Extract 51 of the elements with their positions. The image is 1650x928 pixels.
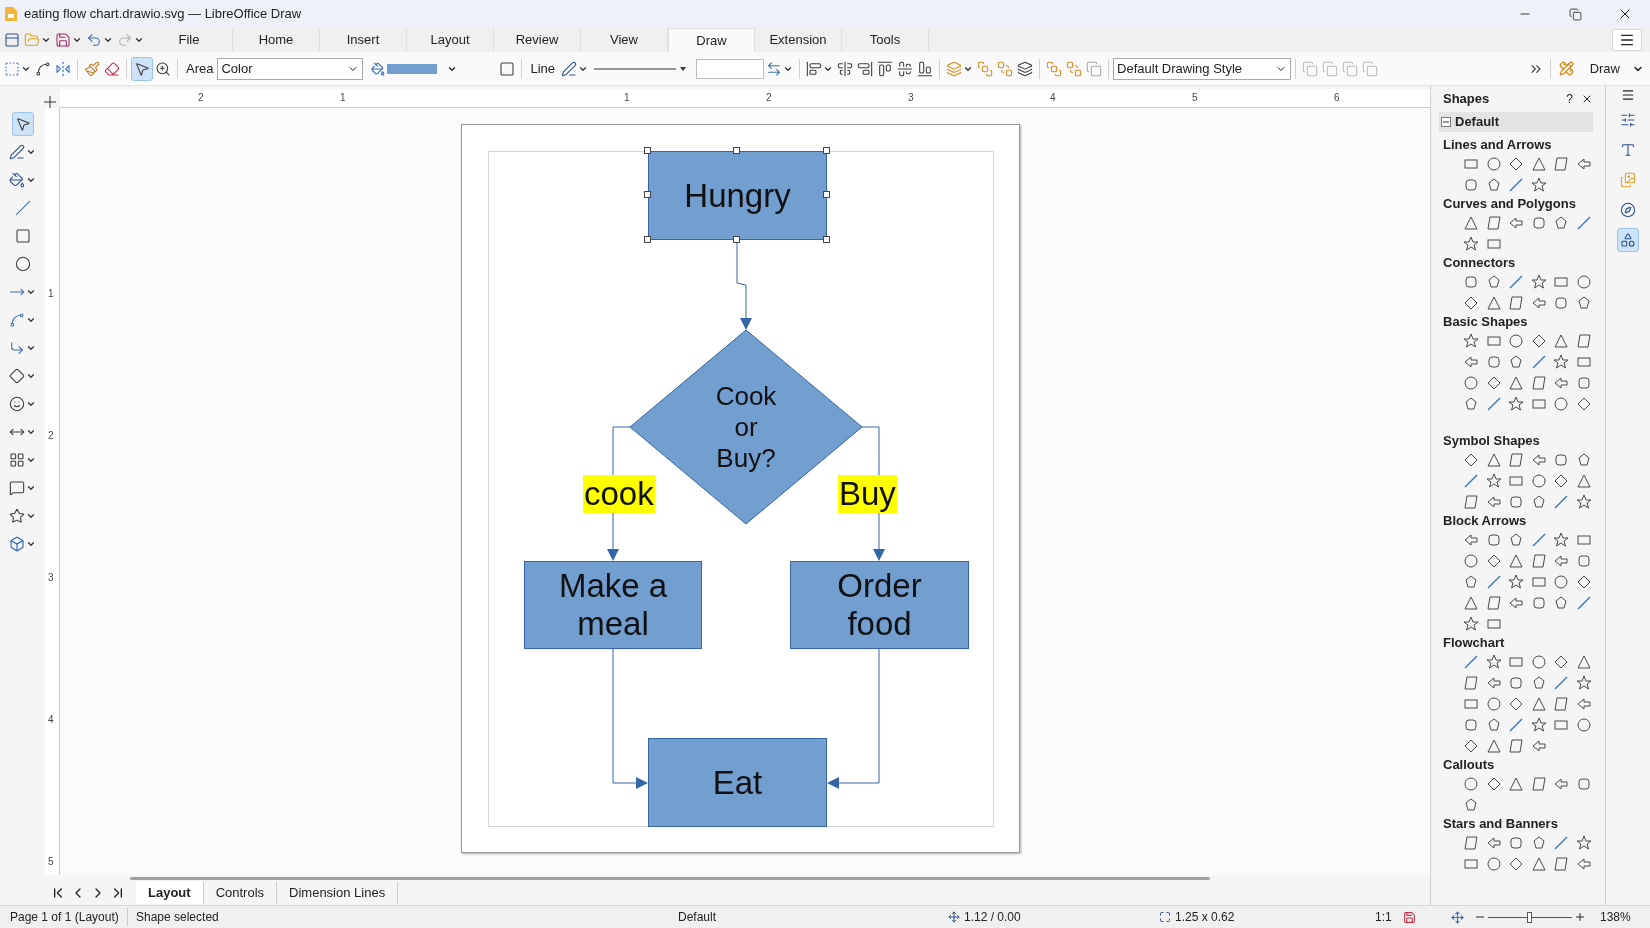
style-status: Default [678, 909, 718, 926]
ruler-number: 1 [624, 91, 630, 105]
page-tab[interactable]: Controls [203, 881, 278, 904]
zoom-status: 138% [1600, 909, 1631, 926]
line-label: Line [530, 59, 556, 78]
end-box: Eat [648, 738, 827, 827]
draw-button[interactable]: Draw [1554, 56, 1648, 81]
size-status: 1.25 x 0.62 [1175, 909, 1236, 926]
ruler-number: 2 [48, 429, 54, 443]
window-title: eating flow chart.drawio.svg — LibreOffice Draw [24, 5, 302, 24]
section-heading: Stars and Banners [1443, 815, 1559, 833]
decision-label: Cook or Buy? [714, 379, 778, 475]
ruler-number: 2 [766, 91, 772, 105]
section-heading: Flowchart [1443, 634, 1506, 652]
start-box: Hungry [648, 151, 827, 240]
selection-status: Shape selected [135, 909, 220, 926]
ruler-number: 4 [1050, 91, 1056, 105]
section-heading: Callouts [1443, 756, 1496, 774]
branch-label: Buy [838, 475, 897, 513]
ruler-number: 1 [48, 287, 54, 301]
section-heading: Curves and Polygons [1443, 195, 1577, 213]
ruler-number: 3 [908, 91, 914, 105]
ruler-number: 5 [1192, 91, 1198, 105]
category-header[interactable]: Default [1439, 112, 1593, 132]
page-tab[interactable]: Dimension Lines [277, 881, 399, 904]
process-box: Order food [790, 561, 969, 649]
area-label: Area [186, 59, 214, 78]
ruler-number: 1 [340, 91, 346, 105]
vertical-ruler[interactable]: 1 2 3 4 5 [45, 108, 60, 875]
scale-status: 1:1 [1375, 909, 1393, 926]
page-tab[interactable]: Layout [136, 881, 204, 904]
process-box: Make a meal [524, 561, 702, 649]
panel-title: Shapes [1443, 90, 1490, 109]
position-status: 1.12 / 0.00 [964, 909, 1022, 926]
section-heading: Block Arrows [1443, 512, 1528, 530]
style-dropdown[interactable]: Default Drawing Style [1113, 57, 1292, 80]
section-heading: Connectors [1443, 254, 1517, 272]
ruler-number: 3 [48, 571, 54, 585]
page-status: Page 1 of 1 (Layout) [0, 908, 128, 926]
ruler-number: 2 [198, 91, 204, 105]
branch-label: cook [583, 475, 655, 513]
ruler-number: 4 [48, 713, 54, 727]
area-dropdown[interactable]: Color [217, 57, 364, 80]
section-heading: Basic Shapes [1443, 313, 1529, 331]
ribbon-tab[interactable]: Draw [668, 28, 755, 52]
ruler-number: 6 [1334, 91, 1340, 105]
section-heading: Lines and Arrows [1443, 136, 1553, 154]
help-button[interactable]: ? [1566, 90, 1573, 108]
ruler-number: 5 [48, 855, 54, 869]
section-heading: Symbol Shapes [1443, 432, 1541, 450]
horizontal-ruler[interactable]: 2 1 1 2 3 4 5 6 [60, 89, 1430, 108]
